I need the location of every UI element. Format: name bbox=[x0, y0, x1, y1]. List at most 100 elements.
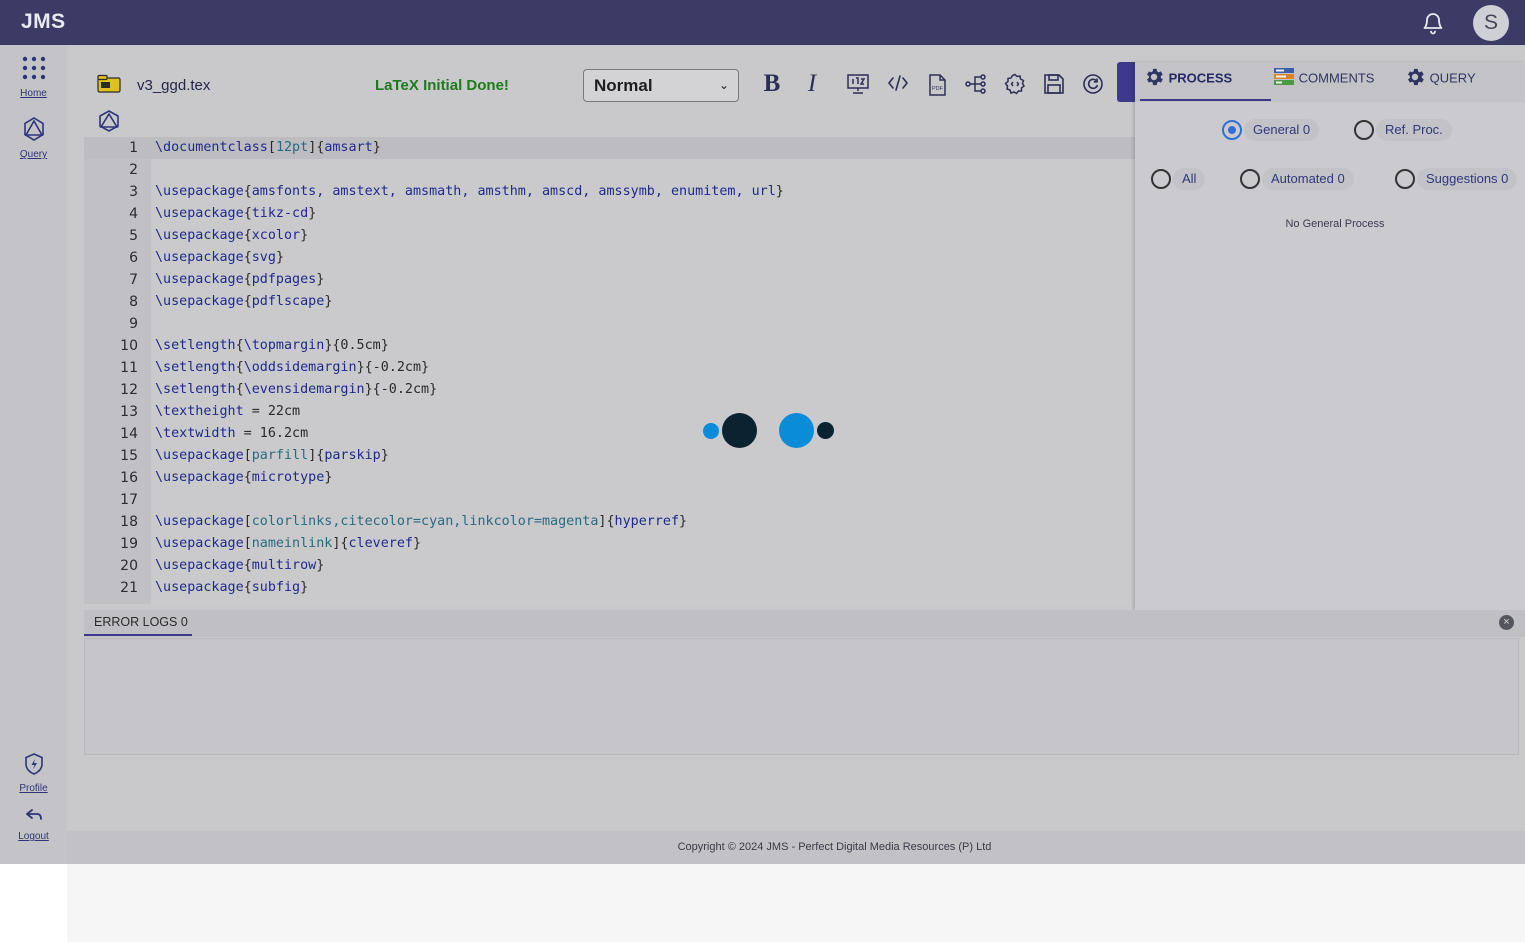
line-source: \usepackage{xcolor} bbox=[155, 228, 309, 243]
empty-state-message: No General Process bbox=[1285, 218, 1385, 230]
code-view-icon[interactable] bbox=[883, 69, 913, 99]
line-source: \usepackage{amsfonts, amstext, amsmath, … bbox=[155, 184, 784, 199]
footer: Copyright © 2024 JMS - Perfect Digital M… bbox=[67, 831, 1525, 864]
app-root: JMS S Home Query Profile Logout v3_ggd.t… bbox=[0, 0, 1525, 942]
error-logs-content bbox=[84, 638, 1519, 755]
line-number: 12 bbox=[120, 382, 138, 398]
app-logo[interactable]: JMS bbox=[21, 10, 66, 34]
sidebar: Home Query Profile Logout bbox=[0, 45, 67, 864]
bold-button[interactable]: B bbox=[757, 69, 787, 99]
code-line[interactable]: 14 \textwidth = 16.2cm bbox=[84, 423, 1135, 445]
notification-bell-icon[interactable] bbox=[1421, 11, 1445, 35]
sidebar-item-query[interactable]: Query bbox=[0, 116, 67, 160]
tab-comments[interactable]: COMMENTS bbox=[1273, 68, 1374, 88]
radio-circle bbox=[1354, 120, 1374, 140]
line-number: 16 bbox=[120, 470, 138, 486]
tab-query[interactable]: QUERY bbox=[1404, 68, 1476, 88]
line-number: 11 bbox=[120, 360, 138, 376]
close-icon[interactable]: × bbox=[1499, 615, 1514, 630]
code-line[interactable]: 9 bbox=[84, 313, 1135, 335]
line-number: 18 bbox=[120, 514, 138, 530]
tab-process[interactable]: PROCESS bbox=[1143, 68, 1232, 88]
line-number: 21 bbox=[120, 580, 138, 596]
radio-suggestions[interactable]: Suggestions 0 bbox=[1395, 167, 1523, 191]
spinner-dot bbox=[779, 413, 814, 448]
refresh-icon[interactable] bbox=[1078, 69, 1108, 99]
line-source: \textheight = 22cm bbox=[155, 404, 301, 419]
panel-tabs: PROCESS COMMENTS QUERY bbox=[1135, 62, 1525, 102]
code-line[interactable]: 5 \usepackage{xcolor} bbox=[84, 225, 1135, 247]
line-number: 6 bbox=[129, 250, 138, 266]
code-line[interactable]: 18 \usepackage[colorlinks,citecolor=cyan… bbox=[84, 511, 1135, 533]
gear-icon bbox=[1147, 68, 1163, 86]
radio-all[interactable]: All bbox=[1151, 167, 1211, 191]
code-line[interactable]: 12 \setlength{\evensidemargin}{-0.2cm} bbox=[84, 379, 1135, 401]
line-source: \setlength{\topmargin}{0.5cm} bbox=[155, 338, 389, 353]
line-source: \setlength{\evensidemargin}{-0.2cm} bbox=[155, 382, 438, 397]
structure-tree-icon[interactable] bbox=[961, 69, 991, 99]
line-number: 1 bbox=[129, 140, 138, 156]
code-line[interactable]: 3 \usepackage{amsfonts, amstext, amsmath… bbox=[84, 181, 1135, 203]
italic-button[interactable]: I bbox=[797, 69, 827, 99]
code-line[interactable]: 21 \usepackage{subfig} bbox=[84, 577, 1135, 599]
radio-automated[interactable]: Automated 0 bbox=[1240, 167, 1362, 191]
presentation-icon[interactable] bbox=[843, 69, 873, 99]
gear-icon bbox=[1408, 68, 1424, 86]
graph-view-icon[interactable] bbox=[97, 109, 121, 138]
spinner-dot bbox=[722, 413, 757, 448]
paragraph-style-select[interactable]: Normal ⌄ bbox=[583, 69, 739, 102]
pdf-icon[interactable]: PDF bbox=[922, 69, 952, 99]
code-editor[interactable]: 1 \documentclass[12pt]{amsart} 2 3 \usep… bbox=[84, 137, 1135, 604]
code-line[interactable]: 1 \documentclass[12pt]{amsart} bbox=[84, 137, 1135, 159]
sidebar-item-label: Logout bbox=[18, 831, 49, 842]
line-source: \usepackage{svg} bbox=[155, 250, 284, 265]
code-line[interactable]: 17 bbox=[84, 489, 1135, 511]
panel-toggle-tab[interactable] bbox=[1117, 62, 1137, 102]
user-avatar[interactable]: S bbox=[1473, 5, 1509, 41]
copyright-text: Copyright © 2024 JMS - Perfect Digital M… bbox=[677, 841, 992, 853]
line-source: \usepackage{multirow} bbox=[155, 558, 325, 573]
code-line[interactable]: 2 bbox=[84, 159, 1135, 181]
folder-icon[interactable] bbox=[97, 74, 121, 99]
code-line[interactable]: 15 \usepackage[parfill]{parskip} bbox=[84, 445, 1135, 467]
line-number: 3 bbox=[129, 184, 138, 200]
line-number: 17 bbox=[120, 492, 138, 508]
line-number: 9 bbox=[129, 316, 138, 332]
code-line[interactable]: 13 \textheight = 22cm bbox=[84, 401, 1135, 423]
line-number: 19 bbox=[120, 536, 138, 552]
sidebar-item-label: Query bbox=[19, 149, 48, 160]
comments-icon bbox=[1274, 68, 1294, 85]
radio-ref-proc[interactable]: Ref. Proc. bbox=[1354, 118, 1464, 142]
radio-label: Suggestions 0 bbox=[1417, 168, 1518, 190]
line-number: 4 bbox=[129, 206, 138, 222]
line-source: \usepackage[colorlinks,citecolor=cyan,li… bbox=[155, 514, 688, 529]
code-line[interactable]: 11 \setlength{\oddsidemargin}{-0.2cm} bbox=[84, 357, 1135, 379]
code-line[interactable]: 19 \usepackage[nameinlink]{cleveref} bbox=[84, 533, 1135, 555]
query-graph-icon bbox=[23, 117, 44, 141]
save-icon[interactable] bbox=[1039, 69, 1069, 99]
file-name: v3_ggd.tex bbox=[137, 77, 211, 94]
line-number: 7 bbox=[129, 272, 138, 288]
line-source: \usepackage{subfig} bbox=[155, 580, 309, 595]
code-line[interactable]: 7 \usepackage{pdfpages} bbox=[84, 269, 1135, 291]
radio-circle bbox=[1151, 169, 1171, 189]
sidebar-item-profile[interactable]: Profile bbox=[0, 752, 67, 794]
tab-error-logs[interactable]: ERROR LOGS 0 bbox=[94, 615, 188, 629]
radio-general[interactable]: General 0 bbox=[1222, 118, 1326, 142]
sidebar-item-home[interactable]: Home bbox=[0, 55, 67, 99]
code-line[interactable]: 10 \setlength{\topmargin}{0.5cm} bbox=[84, 335, 1135, 357]
code-line[interactable]: 8 \usepackage{pdflscape} bbox=[84, 291, 1135, 313]
radio-label: Ref. Proc. bbox=[1376, 119, 1452, 141]
code-line[interactable]: 20 \usepackage{multirow} bbox=[84, 555, 1135, 577]
code-line[interactable]: 6 \usepackage{svg} bbox=[84, 247, 1135, 269]
sidebar-item-logout[interactable]: Logout bbox=[0, 806, 67, 842]
code-line[interactable]: 4 \usepackage{tikz-cd} bbox=[84, 203, 1135, 225]
active-tab-indicator bbox=[84, 634, 192, 636]
code-line[interactable]: 16 \usepackage{microtype} bbox=[84, 467, 1135, 489]
logout-arrow-icon bbox=[25, 809, 42, 820]
radio-label: All bbox=[1173, 168, 1206, 190]
code-settings-icon[interactable] bbox=[1000, 69, 1030, 99]
line-number: 13 bbox=[120, 404, 138, 420]
svg-text:PDF: PDF bbox=[932, 86, 944, 92]
line-source: \usepackage{pdfpages} bbox=[155, 272, 325, 287]
